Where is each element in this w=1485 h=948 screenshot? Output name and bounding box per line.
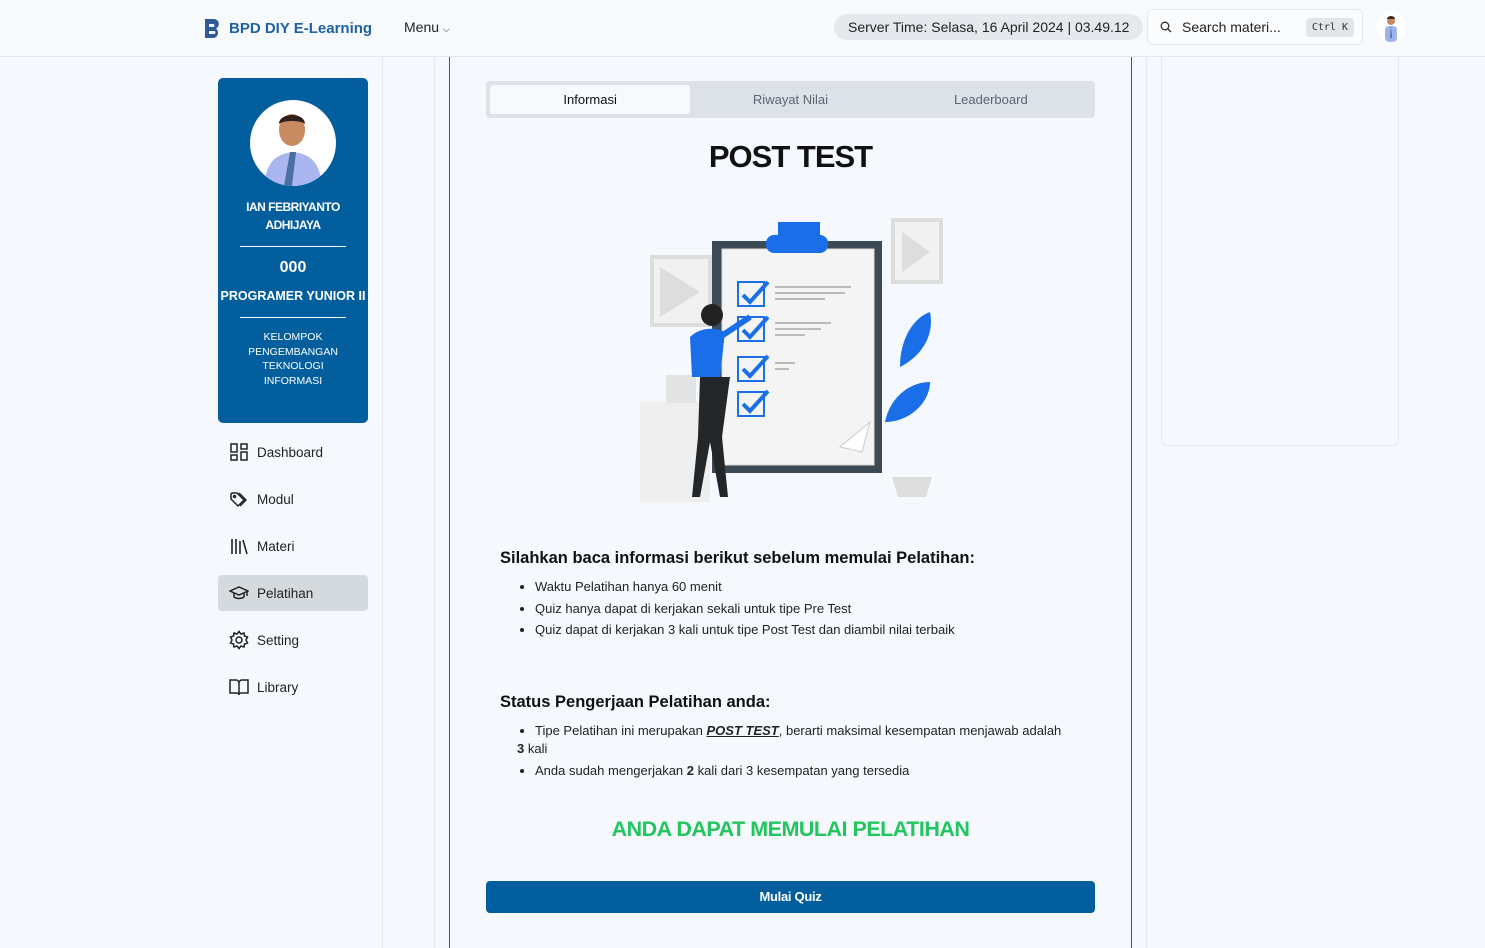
- gear-icon: [229, 630, 249, 650]
- shortcut-hint: Ctrl K: [1305, 17, 1354, 37]
- profile-number: 000: [279, 259, 307, 276]
- status-text: kali dari 3 kesempatan yang tersedia: [694, 762, 910, 778]
- divider: [1146, 57, 1147, 948]
- search-icon: [1160, 21, 1172, 33]
- ready-message: ANDA DAPAT MEMULAI PELATIHAN: [611, 817, 970, 841]
- info-section: Silahkan baca informasi berikut sebelum …: [500, 549, 1090, 643]
- sidebar-item-label: Pelatihan: [257, 585, 314, 601]
- user-avatar[interactable]: [1376, 12, 1406, 42]
- sidebar-item-materi[interactable]: Materi: [218, 528, 368, 564]
- tags-icon: [230, 492, 248, 508]
- profile-photo: [250, 100, 336, 186]
- profile-name: IAN FEBRIYANTO ADHIJAYA: [246, 200, 340, 232]
- search-input[interactable]: Search materi... Ctrl K: [1147, 9, 1363, 45]
- tab-leaderboard[interactable]: Leaderboard: [891, 85, 1091, 114]
- main-card: Informasi Riwayat Nilai Leaderboard POST…: [449, 57, 1132, 948]
- sidebar-item-label: Modul: [257, 491, 294, 507]
- library-icon: [231, 539, 248, 555]
- tab-riwayat-nilai[interactable]: Riwayat Nilai: [690, 85, 890, 114]
- info-item: Waktu Pelatihan hanya 60 menit: [535, 578, 1090, 596]
- brand-logo[interactable]: BPD DIY E-Learning: [203, 17, 372, 39]
- sidebar-item-label: Setting: [257, 632, 300, 648]
- sidebar-item-label: Dashboard: [257, 444, 324, 460]
- profile-group: KELOMPOK PENGEMBANGAN TEKNOLOGI INFORMAS…: [248, 331, 338, 387]
- info-heading: Silahkan baca informasi berikut sebelum …: [500, 549, 975, 567]
- status-section: Status Pengerjaan Pelatihan anda: Tipe P…: [500, 693, 1090, 783]
- status-heading: Status Pengerjaan Pelatihan anda:: [500, 693, 771, 711]
- start-quiz-button[interactable]: Mulai Quiz: [486, 881, 1095, 913]
- divider: [382, 57, 383, 948]
- menu-label: Menu: [404, 19, 440, 35]
- menu-dropdown[interactable]: Menu ⌵: [392, 12, 462, 42]
- chevron-down-icon: ⌵: [442, 24, 450, 34]
- info-item: Quiz hanya dapat di kerjakan sekali untu…: [535, 600, 1090, 618]
- divider: [240, 246, 346, 247]
- status-text: Anda sudah mengerjakan: [535, 762, 687, 778]
- status-item: Tipe Pelatihan ini merupakan POST TEST, …: [517, 722, 1090, 758]
- search-placeholder: Search materi...: [1182, 19, 1281, 35]
- sidebar-item-label: Materi: [257, 538, 295, 554]
- checklist-illustration: [640, 218, 943, 502]
- right-panel: [1161, 57, 1399, 446]
- sidebar-item-pelatihan[interactable]: Pelatihan: [218, 575, 368, 611]
- status-text: , berarti maksimal kesempatan menjawab a…: [778, 723, 1062, 738]
- info-item: Quiz dapat di kerjakan 3 kali untuk tipe…: [535, 621, 1090, 639]
- sidebar-nav: Dashboard Modul Materi Pelatihan Setting…: [218, 434, 368, 716]
- sidebar-item-setting[interactable]: Setting: [218, 622, 368, 658]
- logo-icon: [205, 19, 219, 38]
- graduation-cap-icon: [229, 586, 249, 600]
- attempts-done: 2: [686, 762, 695, 778]
- sidebar-item-label: Library: [257, 679, 299, 695]
- divider: [240, 317, 346, 318]
- sidebar-item-library[interactable]: Library: [218, 669, 368, 705]
- sidebar-item-modul[interactable]: Modul: [218, 481, 368, 517]
- brand-name: BPD DIY E-Learning: [229, 19, 373, 37]
- divider: [434, 57, 435, 948]
- dashboard-icon: [230, 443, 248, 461]
- profile-role: PROGRAMER YUNIOR II: [220, 289, 366, 303]
- test-type: POST TEST: [706, 723, 779, 738]
- status-text: Tipe Pelatihan ini merupakan: [535, 723, 707, 738]
- top-header: BPD DIY E-Learning Menu ⌵ Server Time: S…: [0, 0, 1485, 57]
- profile-card: IAN FEBRIYANTO ADHIJAYA 000 PROGRAMER YU…: [218, 78, 368, 423]
- status-text: kali: [524, 741, 548, 756]
- status-item: Anda sudah mengerjakan 2 kali dari 3 kes…: [535, 762, 1090, 780]
- tab-bar: Informasi Riwayat Nilai Leaderboard: [486, 81, 1095, 118]
- sidebar-item-dashboard[interactable]: Dashboard: [218, 434, 368, 470]
- server-time: Server Time: Selasa, 16 April 2024 | 03.…: [834, 14, 1144, 40]
- page-title: POST TEST: [708, 139, 873, 174]
- book-open-icon: [229, 679, 249, 696]
- tab-informasi[interactable]: Informasi: [490, 85, 691, 114]
